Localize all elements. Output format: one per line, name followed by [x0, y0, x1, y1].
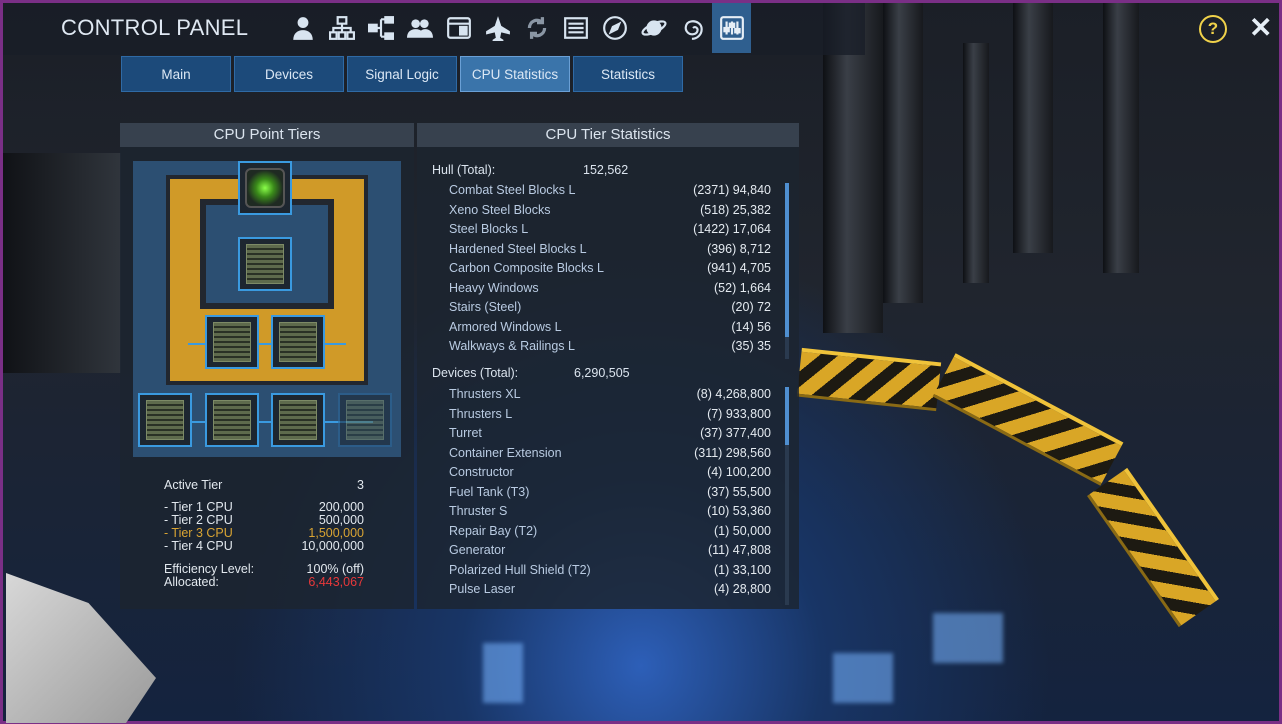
hull-scrollbar[interactable]: [785, 183, 789, 359]
list-item: Combat Steel Blocks L (2371) 94,840: [449, 183, 771, 197]
cpu-tier-statistics-panel: CPU Tier Statistics Hull (Total): 152,56…: [417, 123, 799, 609]
list-item: Thrusters L (7) 933,800: [449, 406, 771, 421]
planet-icon[interactable]: [634, 3, 673, 53]
toolbar-icons: [283, 3, 751, 53]
list-item: Xeno Steel Blocks (518) 25,382: [449, 202, 771, 217]
group-icon[interactable]: [400, 3, 439, 53]
tab-signal-logic[interactable]: Signal Logic: [347, 56, 457, 92]
list-item: Thruster S (10) 53,360: [449, 504, 771, 518]
list-item: Generator (11) 47,808: [449, 543, 771, 557]
tab-statistics[interactable]: Statistics: [573, 56, 683, 92]
network-icon[interactable]: [322, 3, 361, 53]
cpu-slot-tier4-d[interactable]: [338, 393, 392, 447]
list-item: Constructor (4) 100,200: [449, 465, 771, 479]
list-item: Fuel Tank (T3) (37) 55,500: [449, 484, 771, 499]
list-item: Container Extension (311) 298,560: [449, 445, 771, 460]
list-item: Pulse Laser (4) 28,800: [449, 582, 771, 596]
devices-scrollbar[interactable]: [785, 387, 789, 605]
help-icon[interactable]: ?: [1199, 15, 1227, 43]
tab-cpu-statistics[interactable]: CPU Statistics: [460, 56, 570, 92]
cpu-slot-tier2[interactable]: [238, 237, 292, 291]
hull-total-row: Hull (Total): 152,562: [432, 163, 629, 177]
page-title: CONTROL PANEL: [61, 15, 249, 40]
window-icon[interactable]: [439, 3, 478, 53]
list-item: Polarized Hull Shield (T2) (1) 33,100: [449, 562, 771, 577]
hierarchy-icon[interactable]: [361, 3, 400, 53]
cpu-point-tiers-panel: CPU Point Tiers Active Tier 3 - Tier 1 C…: [120, 123, 414, 609]
panel-title: CPU Point Tiers: [120, 123, 414, 147]
cpu-extender-icon: [346, 400, 384, 440]
tier-diagram: [133, 161, 401, 457]
devices-total-row: Devices (Total): 6,290,505: [432, 366, 630, 380]
cpu-slot-tier4-c[interactable]: [271, 393, 325, 447]
tab-main[interactable]: Main: [121, 56, 231, 92]
top-bar: CONTROL PANEL: [3, 3, 865, 55]
tier-stats: Active Tier 3 - Tier 1 CPU 200,000 - Tier…: [164, 479, 364, 589]
core-icon: [245, 168, 285, 208]
cpu-extender-icon: [279, 322, 317, 362]
recycle-icon[interactable]: [517, 3, 556, 53]
list-icon[interactable]: [556, 3, 595, 53]
list-item: Turret (37) 377,400: [449, 426, 771, 440]
list-item: Hardened Steel Blocks L (396) 8,712: [449, 241, 771, 256]
list-item: Steel Blocks L (1422) 17,064: [449, 222, 771, 236]
compass-icon[interactable]: [595, 3, 634, 53]
cpu-extender-icon: [213, 400, 251, 440]
tab-bar: Main Devices Signal Logic CPU Statistics…: [121, 56, 683, 92]
cpu-extender-icon: [279, 400, 317, 440]
tab-devices[interactable]: Devices: [234, 56, 344, 92]
list-item: Repair Bay (T2) (1) 50,000: [449, 523, 771, 538]
list-item: Thrusters XL (8) 4,268,800: [449, 387, 771, 401]
cpu-slot-tier4-b[interactable]: [205, 393, 259, 447]
list-item: Walkways & Railings L (35) 35: [449, 339, 771, 353]
close-icon[interactable]: ✕: [1249, 11, 1272, 44]
ship-icon[interactable]: [478, 3, 517, 53]
galaxy-icon[interactable]: [673, 3, 712, 53]
core-slot[interactable]: [238, 161, 292, 215]
player-icon[interactable]: [283, 3, 322, 53]
control-sliders-icon[interactable]: [712, 3, 751, 53]
cpu-slot-tier3-b[interactable]: [271, 315, 325, 369]
cpu-slot-tier3-a[interactable]: [205, 315, 259, 369]
panel-title: CPU Tier Statistics: [417, 123, 799, 147]
list-item: Stairs (Steel) (20) 72: [449, 300, 771, 314]
tier-row: - Tier 4 CPU 10,000,000: [164, 539, 364, 553]
list-item: Carbon Composite Blocks L (941) 4,705: [449, 261, 771, 275]
devices-list[interactable]: Thrusters XL (8) 4,268,800 Thrusters L (7)…: [449, 385, 771, 603]
list-item: Heavy Windows (52) 1,664: [449, 280, 771, 295]
cpu-extender-icon: [146, 400, 184, 440]
allocated-row: Allocated: 6,443,067: [164, 575, 364, 589]
cpu-extender-icon: [246, 244, 284, 284]
cpu-slot-tier4-a[interactable]: [138, 393, 192, 447]
hull-list[interactable]: Combat Steel Blocks L (2371) 94,840 Xeno …: [449, 181, 771, 357]
active-tier-row: Active Tier 3: [164, 478, 364, 492]
list-item: Armored Windows L (14) 56: [449, 319, 771, 334]
cpu-extender-icon: [213, 322, 251, 362]
